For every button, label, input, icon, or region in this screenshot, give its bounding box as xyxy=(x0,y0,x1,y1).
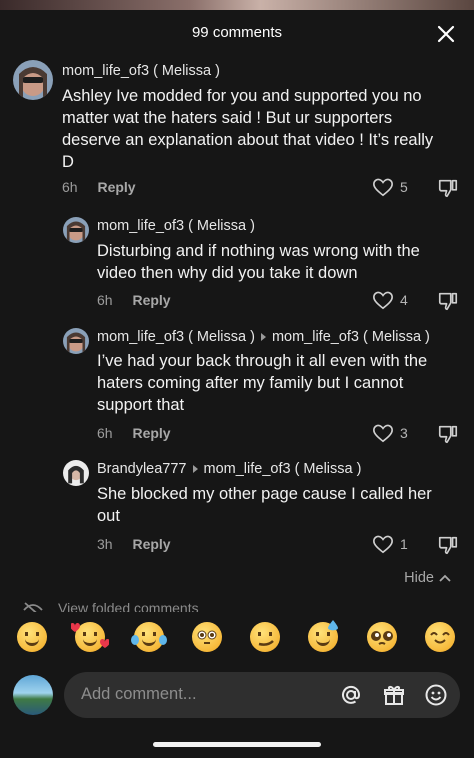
like-button[interactable]: 5 xyxy=(372,177,408,197)
comment-meta: 3h Reply xyxy=(97,536,171,552)
comment-author-line: Brandylea777 mom_life_of3 ( Melissa ) xyxy=(97,461,361,477)
reply-arrow-icon xyxy=(260,332,266,341)
flushed-emoji-icon[interactable] xyxy=(192,622,222,652)
chevron-up-icon xyxy=(439,574,451,582)
gift-icon[interactable] xyxy=(382,683,406,707)
comment-meta: 6h Reply xyxy=(97,425,171,441)
video-background-strip xyxy=(0,0,474,10)
my-avatar[interactable] xyxy=(13,675,53,715)
comment-time: 3h xyxy=(97,536,113,552)
comment-text-line: deserve an explanation about that video … xyxy=(62,131,434,149)
comment-text: Disturbing and if nothing was wrong with… xyxy=(97,240,420,284)
comment-text-line: Ashley Ive modded for you and supported … xyxy=(62,87,422,105)
like-count: 4 xyxy=(400,292,408,308)
dislike-icon[interactable] xyxy=(437,177,459,199)
comment-text: I’ve had your back through it all even w… xyxy=(97,350,427,416)
like-count: 1 xyxy=(400,536,408,552)
like-count: 5 xyxy=(400,179,408,195)
view-folded-comments[interactable]: View folded comments xyxy=(22,600,199,612)
comment-text-line: out xyxy=(97,507,120,525)
comments-count-title: 99 comments xyxy=(191,24,283,41)
smirk-emoji-icon[interactable] xyxy=(250,622,280,652)
reply-button[interactable]: Reply xyxy=(132,536,170,552)
heart-icon xyxy=(373,535,393,554)
comment-input[interactable]: Add comment... xyxy=(64,672,460,718)
like-button[interactable]: 3 xyxy=(372,423,408,443)
eye-off-icon xyxy=(23,602,43,612)
comment-text-line: video then why did you take it down xyxy=(97,264,358,282)
comment-time: 6h xyxy=(97,425,113,441)
avatar[interactable] xyxy=(13,60,53,100)
heart-icon xyxy=(373,424,393,443)
comment-text-line: matter wat the haters said ! But ur supp… xyxy=(62,109,393,127)
comment-author[interactable]: mom_life_of3 ( Melissa ) xyxy=(62,63,220,79)
emoji-icon[interactable] xyxy=(424,683,448,707)
hide-label: Hide xyxy=(404,570,434,586)
comment-input-bar: Add comment... xyxy=(0,668,474,724)
like-count: 3 xyxy=(400,425,408,441)
comment-text: Ashley Ive modded for you and supported … xyxy=(62,85,433,173)
comment-text: She blocked my other page cause I called… xyxy=(97,483,432,527)
comments-header: 99 comments xyxy=(0,10,474,56)
comment-author[interactable]: Brandylea777 xyxy=(97,461,187,477)
comment-text-line: D xyxy=(62,153,74,171)
grin-emoji-icon[interactable] xyxy=(17,622,47,652)
heart-icon xyxy=(373,178,393,197)
dislike-icon[interactable] xyxy=(437,290,459,312)
folded-label: View folded comments xyxy=(58,600,199,612)
like-button[interactable]: 4 xyxy=(372,290,408,310)
dislike-icon[interactable] xyxy=(437,534,459,556)
close-icon[interactable] xyxy=(434,22,458,46)
comment-text-line: support that xyxy=(97,396,185,414)
comment-author[interactable]: mom_life_of3 ( Melissa ) xyxy=(97,329,255,345)
comment-text-line: Disturbing and if nothing was wrong with… xyxy=(97,242,420,260)
blush-emoji-icon[interactable] xyxy=(425,622,455,652)
comment-time: 6h xyxy=(62,179,78,195)
reply-to-author[interactable]: mom_life_of3 ( Melissa ) xyxy=(272,329,430,345)
reply-button[interactable]: Reply xyxy=(97,179,135,195)
reply-to-author[interactable]: mom_life_of3 ( Melissa ) xyxy=(204,461,362,477)
comment-meta: 6h Reply xyxy=(97,292,171,308)
reply-button[interactable]: Reply xyxy=(132,425,170,441)
reply-button[interactable]: Reply xyxy=(132,292,170,308)
comment-text-line: haters coming after my family but I cann… xyxy=(97,374,404,392)
comment-text-line: She blocked my other page cause I called… xyxy=(97,485,432,503)
avatar[interactable] xyxy=(63,460,89,486)
hide-replies-button[interactable]: Hide xyxy=(404,570,452,586)
avatar[interactable] xyxy=(63,328,89,354)
cold-sweat-emoji-icon[interactable] xyxy=(308,620,338,652)
comment-text-line: I’ve had your back through it all even w… xyxy=(97,352,428,370)
heart-icon xyxy=(373,291,393,310)
comment-meta: 6h Reply xyxy=(62,179,136,195)
reply-arrow-icon xyxy=(192,464,198,473)
avatar[interactable] xyxy=(63,217,89,243)
pleading-emoji-icon[interactable] xyxy=(367,622,397,652)
tears-of-joy-emoji-icon[interactable] xyxy=(131,622,167,652)
comment-author-line: mom_life_of3 ( Melissa ) mom_life_of3 ( M… xyxy=(97,329,430,345)
like-button[interactable]: 1 xyxy=(372,534,408,554)
home-indicator[interactable] xyxy=(153,742,321,747)
dislike-icon[interactable] xyxy=(437,423,459,445)
quick-emoji-bar xyxy=(0,620,474,662)
mention-icon[interactable] xyxy=(339,683,363,707)
smiling-hearts-emoji-icon[interactable] xyxy=(71,622,109,652)
comment-author[interactable]: mom_life_of3 ( Melissa ) xyxy=(97,218,255,234)
comment-time: 6h xyxy=(97,292,113,308)
comment-placeholder: Add comment... xyxy=(81,685,197,703)
